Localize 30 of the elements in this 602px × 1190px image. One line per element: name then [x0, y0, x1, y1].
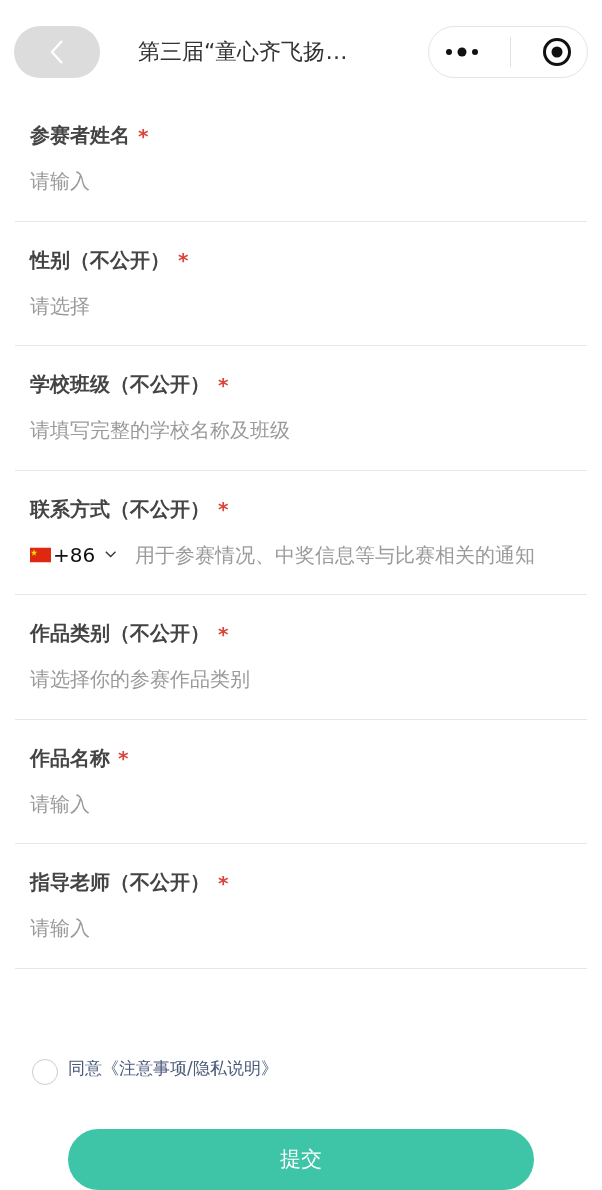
field-label: 作品名称: [30, 744, 110, 772]
agree-radio[interactable]: [32, 1058, 58, 1085]
field-label: 联系方式（不公开）: [30, 495, 210, 523]
country-code[interactable]: +86: [53, 542, 96, 567]
select-field[interactable]: 请选择: [30, 291, 572, 320]
required-mark: *: [138, 123, 149, 148]
input-field[interactable]: 请输入: [30, 914, 572, 943]
agreement-text[interactable]: 同意《注意事项/隐私说明》: [68, 1057, 278, 1081]
required-mark: *: [218, 870, 229, 895]
field-label: 指导老师（不公开）: [30, 869, 210, 897]
input-field[interactable]: 请填写完整的学校名称及班级: [30, 416, 572, 445]
required-mark: *: [218, 372, 229, 397]
chevron-down-icon[interactable]: [105, 550, 117, 560]
china-flag-icon: [30, 545, 51, 564]
required-mark: *: [218, 497, 229, 522]
back-icon: [50, 38, 64, 65]
input-field[interactable]: 请输入: [30, 789, 572, 818]
required-mark: *: [118, 746, 129, 771]
select-field[interactable]: 请选择你的参赛作品类别: [30, 665, 572, 694]
field-label: 性别（不公开）: [30, 246, 170, 274]
more-icon[interactable]: [444, 46, 479, 57]
required-mark: *: [178, 248, 189, 273]
field-label: 学校班级（不公开）: [30, 371, 210, 399]
input-field[interactable]: 请输入: [30, 167, 572, 196]
field-label: 作品类别（不公开）: [30, 620, 210, 648]
field-label: 参赛者姓名: [30, 122, 130, 150]
required-mark: *: [218, 621, 229, 646]
close-icon[interactable]: [541, 36, 572, 67]
phone-input[interactable]: 用于参赛情况、中奖信息等与比赛相关的通知: [134, 540, 572, 569]
page-title: 第三届“童心齐飞扬…: [138, 37, 349, 66]
